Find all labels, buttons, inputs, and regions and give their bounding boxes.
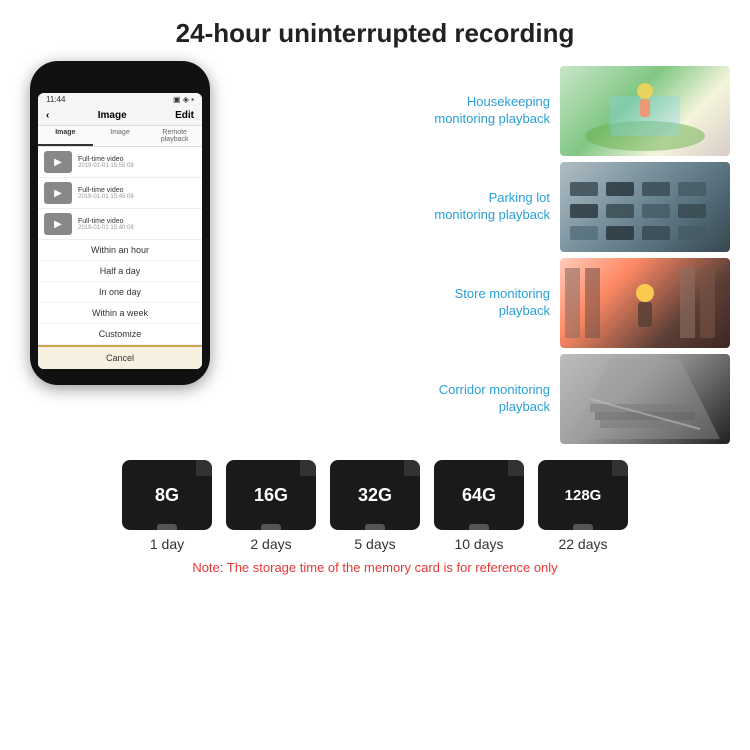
monitoring-photo-2 [560, 162, 730, 252]
dropdown-item-2[interactable]: Half a day [38, 261, 202, 282]
item-time-2: 2019-01-01 15:45:08 [78, 194, 134, 200]
sd-notch-32g [365, 524, 385, 530]
tab-remote[interactable]: Remote playback [147, 126, 202, 146]
phone-icons: ▣ ◈ ▪ [173, 95, 194, 104]
list-item-1[interactable]: ▶ Full-time video 2019-01-01 15:55:08 [38, 147, 202, 178]
phone-screen: 11:44 ▣ ◈ ▪ ‹ Image Edit Image Image Rem… [38, 93, 202, 369]
dropdown-item-4[interactable]: Within a week [38, 303, 202, 324]
phone-time: 11:44 [46, 95, 65, 104]
sd-days-64g: 10 days [454, 536, 503, 552]
monitoring-photo-1 [560, 66, 730, 156]
sd-card-label-8g: 8G [155, 485, 179, 506]
phone-edit-button[interactable]: Edit [175, 110, 194, 121]
monitoring-label-4: Corridor monitoringplayback [230, 382, 550, 416]
page-title: 24-hour uninterrupted recording [0, 0, 750, 61]
phone-mockup: 11:44 ▣ ◈ ▪ ‹ Image Edit Image Image Rem… [20, 61, 220, 444]
dropdown-item-5[interactable]: Customize [38, 324, 202, 345]
sd-days-8g: 1 day [150, 536, 184, 552]
phone-status-bar: 11:44 ▣ ◈ ▪ [38, 93, 202, 106]
sd-card-8g: 8G [122, 460, 212, 530]
storage-section: 8G 1 day 16G 2 days 32G 5 days 64G [0, 444, 750, 583]
phone-tabs: Image Image Remote playback [38, 126, 202, 147]
sd-card-64g: 64G [434, 460, 524, 530]
monitoring-row-4: Corridor monitoringplayback [230, 354, 730, 444]
monitoring-section: Housekeepingmonitoring playback Parking … [230, 61, 730, 444]
phone-body: 11:44 ▣ ◈ ▪ ‹ Image Edit Image Image Rem… [30, 61, 210, 385]
monitoring-row-1: Housekeepingmonitoring playback [230, 66, 730, 156]
thumb-1: ▶ [44, 151, 72, 173]
item-label-3: Full-time video [78, 218, 134, 225]
sd-notch-64g [469, 524, 489, 530]
list-item-3[interactable]: ▶ Full-time video 2019-01-01 15:40:08 [38, 209, 202, 240]
dropdown-item-1[interactable]: Within an hour [38, 240, 202, 261]
phone-dropdown: Within an hour Half a day In one day Wit… [38, 240, 202, 369]
sd-days-32g: 5 days [354, 536, 395, 552]
card-item-64g: 64G 10 days [434, 460, 524, 552]
list-item-2[interactable]: ▶ Full-time video 2019-01-01 15:45:08 [38, 178, 202, 209]
monitoring-photo-3 [560, 258, 730, 348]
sd-card-label-128g: 128G [565, 487, 602, 504]
sd-card-label-32g: 32G [358, 485, 392, 506]
sd-card-128g: 128G [538, 460, 628, 530]
item-label-2: Full-time video [78, 187, 134, 194]
monitoring-row-3: Store monitoringplayback [230, 258, 730, 348]
dropdown-item-3[interactable]: In one day [38, 282, 202, 303]
thumb-2: ▶ [44, 182, 72, 204]
sd-card-label-64g: 64G [462, 485, 496, 506]
card-item-16g: 16G 2 days [226, 460, 316, 552]
tab-image2[interactable]: Image [93, 126, 148, 146]
monitoring-label-2: Parking lotmonitoring playback [230, 190, 550, 224]
sd-days-16g: 2 days [250, 536, 291, 552]
card-item-32g: 32G 5 days [330, 460, 420, 552]
card-item-8g: 8G 1 day [122, 460, 212, 552]
phone-notch [90, 75, 150, 89]
sd-notch-16g [261, 524, 281, 530]
sd-card-16g: 16G [226, 460, 316, 530]
phone-header-label: Image [98, 110, 127, 121]
storage-cards: 8G 1 day 16G 2 days 32G 5 days 64G [20, 460, 730, 552]
card-item-128g: 128G 22 days [538, 460, 628, 552]
sd-days-128g: 22 days [558, 536, 607, 552]
main-section: 11:44 ▣ ◈ ▪ ‹ Image Edit Image Image Rem… [0, 61, 750, 444]
sd-card-32g: 32G [330, 460, 420, 530]
monitoring-row-2: Parking lotmonitoring playback [230, 162, 730, 252]
phone-back-icon[interactable]: ‹ [46, 110, 49, 121]
sd-notch-128g [573, 524, 593, 530]
sd-card-label-16g: 16G [254, 485, 288, 506]
monitoring-label-3: Store monitoringplayback [230, 286, 550, 320]
monitoring-photo-4 [560, 354, 730, 444]
dropdown-cancel[interactable]: Cancel [38, 345, 202, 369]
sd-notch-8g [157, 524, 177, 530]
item-time-3: 2019-01-01 15:40:08 [78, 225, 134, 231]
item-label-1: Full-time video [78, 156, 134, 163]
tab-image[interactable]: Image [38, 126, 93, 146]
item-time-1: 2019-01-01 15:55:08 [78, 163, 134, 169]
monitoring-label-1: Housekeepingmonitoring playback [230, 94, 550, 128]
thumb-3: ▶ [44, 213, 72, 235]
storage-note: Note: The storage time of the memory car… [20, 560, 730, 575]
phone-header: ‹ Image Edit [38, 106, 202, 126]
